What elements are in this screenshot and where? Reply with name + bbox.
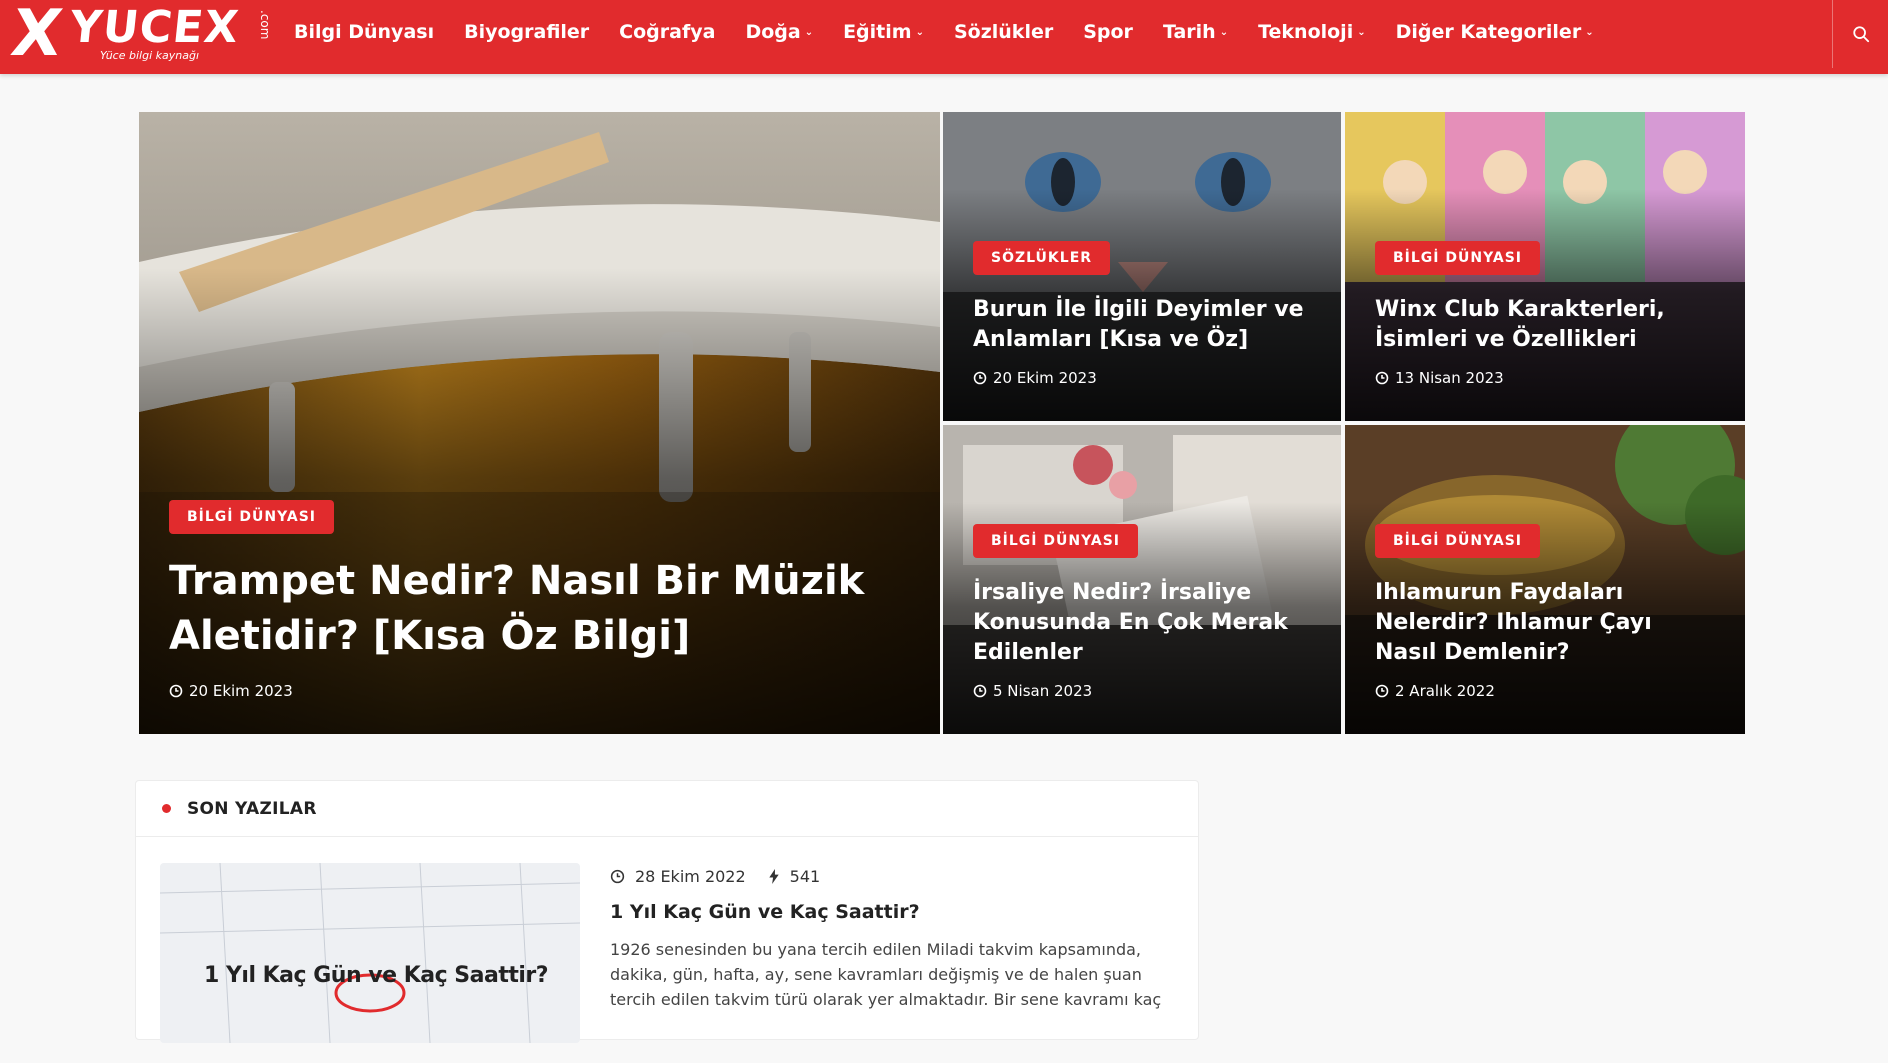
nav-item-teknoloji[interactable]: Teknoloji ⌄ bbox=[1258, 21, 1366, 43]
clock-icon bbox=[610, 869, 625, 884]
post-date-text: 28 Ekim 2022 bbox=[635, 867, 746, 886]
chevron-down-icon: ⌄ bbox=[1219, 26, 1229, 38]
post-views-count: 541 bbox=[789, 867, 821, 886]
category-badge[interactable]: BİLGİ DÜNYASI bbox=[1375, 241, 1541, 275]
featured-post-content: BİLGİ DÜNYASI Trampet Nedir? Nasıl Bir M… bbox=[169, 500, 910, 700]
featured-post-content: BİLGİ DÜNYASI İrsaliye Nedir? İrsaliye K… bbox=[973, 524, 1311, 700]
latest-posts-panel: SON YAZILAR 1 Yıl Kaç Gün ve Kaç Saattir… bbox=[135, 780, 1199, 1043]
featured-post-content: BİLGİ DÜNYASI Ihlamurun Faydaları Nelerd… bbox=[1375, 524, 1715, 700]
post-date-text: 13 Nisan 2023 bbox=[1395, 369, 1504, 387]
post-date: 20 Ekim 2023 bbox=[973, 369, 1311, 387]
post-date: 2 Aralık 2022 bbox=[1375, 682, 1715, 700]
nav-label: Bilgi Dünyası bbox=[294, 21, 435, 43]
nav-label: Tarih bbox=[1162, 21, 1216, 43]
category-badge[interactable]: BİLGİ DÜNYASI bbox=[973, 524, 1139, 558]
featured-post-4[interactable]: BİLGİ DÜNYASI İrsaliye Nedir? İrsaliye K… bbox=[943, 425, 1341, 734]
post-views: 541 bbox=[768, 867, 821, 886]
site-logo[interactable]: X YUCEX .com Yüce bilgi kaynağı bbox=[7, 0, 272, 71]
post-title[interactable]: İrsaliye Nedir? İrsaliye Konusunda En Ço… bbox=[973, 578, 1311, 668]
section-header: SON YAZILAR bbox=[136, 781, 1198, 837]
post-excerpt: 1926 senesinden bu yana tercih edilen Mi… bbox=[610, 940, 1162, 1009]
logo-x-mark: X bbox=[6, 0, 65, 71]
nav-label: Sözlükler bbox=[953, 21, 1054, 43]
calendar-image bbox=[160, 863, 580, 1043]
nav-label: Biyografiler bbox=[464, 21, 590, 43]
post-date-text: 5 Nisan 2023 bbox=[993, 682, 1093, 700]
post-date: 28 Ekim 2022 bbox=[610, 867, 746, 886]
post-title[interactable]: 1 Yıl Kaç Gün ve Kaç Saattir? bbox=[610, 901, 920, 923]
featured-post-content: BİLGİ DÜNYASI Winx Club Karakterleri, İs… bbox=[1375, 241, 1715, 387]
nav-label: Coğrafya bbox=[619, 21, 716, 43]
post-date: 5 Nisan 2023 bbox=[973, 682, 1311, 700]
nav-item-bilgi-dunyasi[interactable]: Bilgi Dünyası bbox=[294, 21, 434, 43]
search-icon bbox=[1852, 26, 1869, 43]
featured-post-2[interactable]: SÖZLÜKLER Burun İle İlgili Deyimler ve A… bbox=[943, 112, 1341, 421]
lightning-icon bbox=[768, 869, 779, 884]
nav-label: Spor bbox=[1083, 21, 1133, 43]
logo-text: YUCEX bbox=[67, 2, 242, 53]
logo-suffix: .com bbox=[258, 10, 272, 40]
post-title[interactable]: Winx Club Karakterleri, İsimleri ve Özel… bbox=[1375, 295, 1715, 355]
nav-item-spor[interactable]: Spor bbox=[1083, 21, 1133, 43]
main-nav: Bilgi Dünyası Biyografiler Coğrafya Doğa… bbox=[294, 0, 1624, 64]
nav-item-cografya[interactable]: Coğrafya bbox=[619, 21, 715, 43]
post-title[interactable]: Trampet Nedir? Nasıl Bir Müzik Aletidir?… bbox=[169, 554, 910, 664]
chevron-down-icon: ⌄ bbox=[1357, 26, 1366, 38]
clock-icon bbox=[169, 684, 183, 698]
nav-item-diger-kategoriler[interactable]: Diğer Kategoriler ⌄ bbox=[1396, 21, 1594, 43]
nav-item-sozlukler[interactable]: Sözlükler bbox=[954, 21, 1053, 43]
post-date-text: 20 Ekim 2023 bbox=[189, 682, 293, 700]
top-navbar: X YUCEX .com Yüce bilgi kaynağı Bilgi Dü… bbox=[0, 0, 1888, 74]
post-date: 20 Ekim 2023 bbox=[169, 682, 910, 700]
featured-post-content: SÖZLÜKLER Burun İle İlgili Deyimler ve A… bbox=[973, 241, 1311, 387]
nav-label: Diğer Kategoriler bbox=[1395, 21, 1582, 43]
nav-label: Teknoloji bbox=[1258, 21, 1354, 43]
nav-item-doga[interactable]: Doğa ⌄ bbox=[745, 21, 813, 43]
chevron-down-icon: ⌄ bbox=[1585, 26, 1594, 38]
featured-grid: BİLGİ DÜNYASI Trampet Nedir? Nasıl Bir M… bbox=[139, 112, 1745, 734]
clock-icon bbox=[1375, 684, 1389, 698]
chevron-down-icon: ⌄ bbox=[915, 26, 924, 38]
post-thumbnail[interactable]: 1 Yıl Kaç Gün ve Kaç Saattir? bbox=[160, 863, 580, 1043]
clock-icon bbox=[973, 684, 987, 698]
nav-item-biyografiler[interactable]: Biyografiler bbox=[464, 21, 589, 43]
post-date: 13 Nisan 2023 bbox=[1375, 369, 1715, 387]
chevron-down-icon: ⌄ bbox=[804, 26, 814, 38]
post-meta: 28 Ekim 2022 541 bbox=[610, 867, 842, 886]
nav-label: Doğa bbox=[745, 21, 801, 43]
featured-post-5[interactable]: BİLGİ DÜNYASI Ihlamurun Faydaları Nelerd… bbox=[1345, 425, 1745, 734]
thumbnail-caption: 1 Yıl Kaç Gün ve Kaç Saattir? bbox=[204, 963, 549, 988]
nav-label: Eğitim bbox=[843, 21, 912, 43]
post-date-text: 20 Ekim 2023 bbox=[993, 369, 1097, 387]
list-item[interactable]: 1 Yıl Kaç Gün ve Kaç Saattir? 28 Ekim 20… bbox=[160, 863, 1180, 1063]
post-title[interactable]: Burun İle İlgili Deyimler ve Anlamları [… bbox=[973, 295, 1311, 355]
search-button[interactable] bbox=[1832, 0, 1888, 68]
nav-item-egitim[interactable]: Eğitim ⌄ bbox=[843, 21, 924, 43]
clock-icon bbox=[973, 371, 987, 385]
post-date-text: 2 Aralık 2022 bbox=[1395, 682, 1495, 700]
featured-post-3[interactable]: BİLGİ DÜNYASI Winx Club Karakterleri, İs… bbox=[1345, 112, 1745, 421]
logo-tagline: Yüce bilgi kaynağı bbox=[100, 49, 199, 62]
category-badge[interactable]: BİLGİ DÜNYASI bbox=[169, 500, 335, 534]
category-badge[interactable]: BİLGİ DÜNYASI bbox=[1375, 524, 1541, 558]
section-title: SON YAZILAR bbox=[187, 798, 317, 819]
nav-item-tarih[interactable]: Tarih ⌄ bbox=[1163, 21, 1228, 43]
clock-icon bbox=[1375, 371, 1389, 385]
category-badge[interactable]: SÖZLÜKLER bbox=[973, 241, 1111, 275]
post-title[interactable]: Ihlamurun Faydaları Nelerdir? Ihlamur Ça… bbox=[1375, 578, 1715, 668]
featured-post-main[interactable]: BİLGİ DÜNYASI Trampet Nedir? Nasıl Bir M… bbox=[139, 112, 940, 734]
bullet-dot-icon bbox=[162, 804, 171, 813]
